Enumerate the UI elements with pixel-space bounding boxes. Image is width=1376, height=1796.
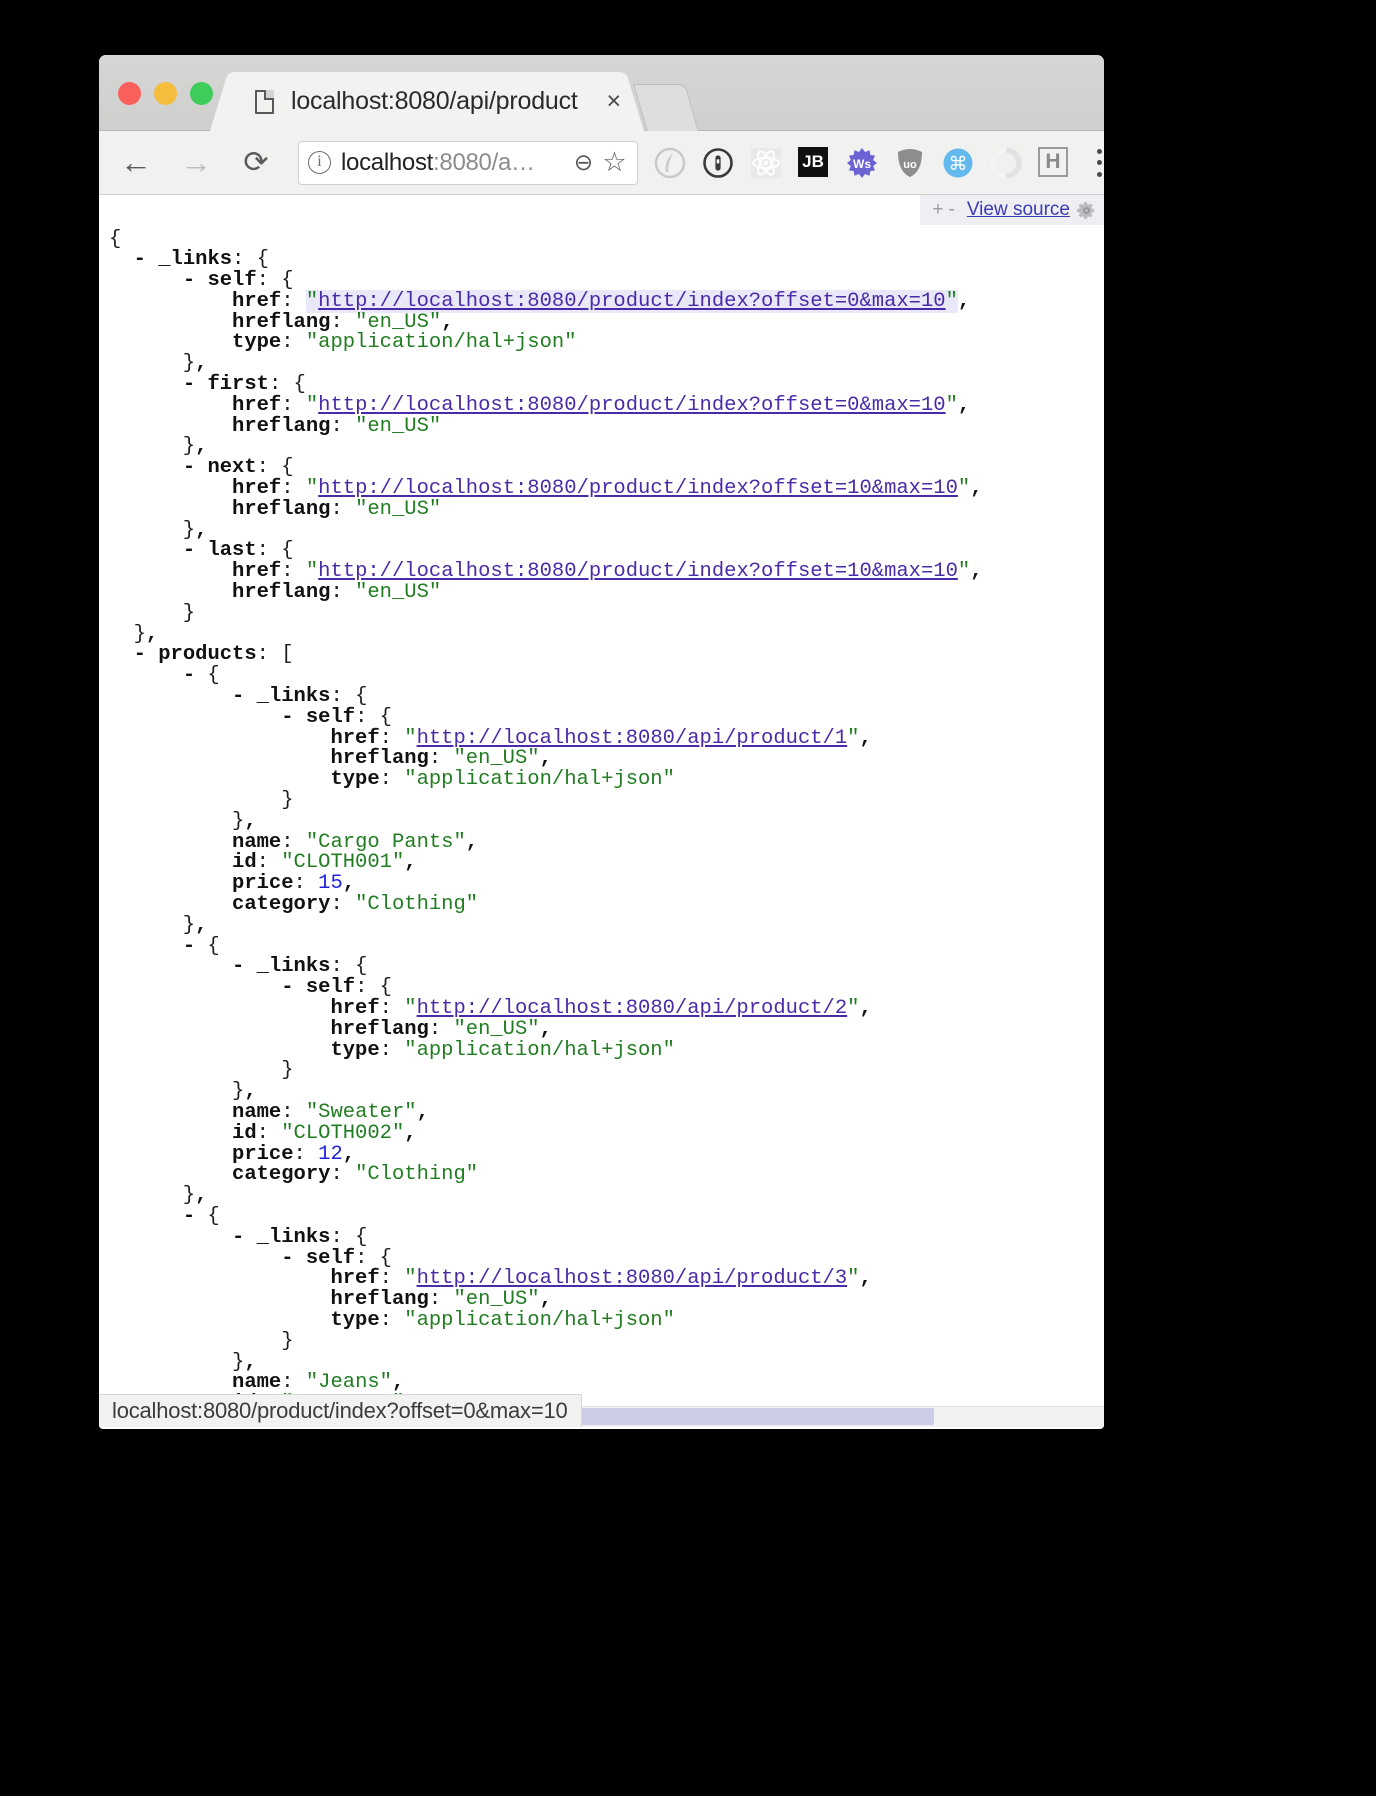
- shortcut-manager-extension-icon[interactable]: ⌘: [942, 147, 974, 179]
- onepassword-extension-icon[interactable]: [702, 147, 734, 179]
- collapse-all-button[interactable]: -: [949, 199, 955, 221]
- close-icon[interactable]: ×: [604, 88, 624, 113]
- bookmark-star-icon[interactable]: ☆: [601, 147, 628, 177]
- dot: [1096, 148, 1102, 154]
- collapse-toggle[interactable]: -: [232, 685, 244, 708]
- window-minimize-button[interactable]: [154, 82, 177, 105]
- status-bar-link-preview: localhost:8080/product/index?offset=0&ma…: [99, 1394, 582, 1427]
- view-source-link[interactable]: View source: [967, 199, 1070, 221]
- collapse-toggle[interactable]: -: [183, 935, 195, 958]
- back-icon[interactable]: ←: [113, 140, 159, 186]
- document-icon: [255, 89, 274, 114]
- tab-strip: localhost:8080/api/product ×: [99, 55, 1104, 131]
- zoom-out-icon[interactable]: ⊖: [570, 149, 597, 176]
- collapse-toggle[interactable]: -: [281, 706, 293, 729]
- collapse-toggle[interactable]: -: [183, 539, 195, 562]
- json-link[interactable]: http://localhost:8080/api/product/2: [417, 997, 848, 1020]
- dot: [1096, 160, 1102, 165]
- collapse-toggle[interactable]: -: [183, 269, 195, 292]
- json-link[interactable]: http://localhost:8080/product/index?offs…: [318, 477, 958, 500]
- collapse-toggle[interactable]: -: [281, 1247, 293, 1270]
- ublock-origin-extension-icon[interactable]: uo: [894, 147, 926, 179]
- site-info-icon[interactable]: i: [308, 151, 331, 174]
- url-path: :8080/a…: [433, 148, 535, 176]
- collapse-toggle[interactable]: -: [232, 955, 244, 978]
- json-tree: { - _links: { - self: { href: "http://lo…: [109, 227, 983, 1427]
- gear-icon[interactable]: [1077, 201, 1096, 220]
- url-host: localhost: [341, 148, 434, 176]
- page-content: + - View source { - _links: { - self: { …: [99, 195, 1104, 1427]
- react-devtools-extension-icon[interactable]: [750, 147, 782, 179]
- collapse-toggle[interactable]: -: [183, 373, 195, 396]
- hola-extension-icon[interactable]: H: [1038, 146, 1070, 179]
- new-tab-button[interactable]: [633, 84, 699, 131]
- forward-icon[interactable]: →: [173, 140, 219, 186]
- jetbrains-label: JB: [798, 146, 828, 177]
- wappalyzer-extension-icon[interactable]: Ws: [846, 147, 878, 179]
- address-bar[interactable]: i localhost:8080/a… ⊖ ☆: [298, 140, 638, 185]
- tab-title: localhost:8080/api/product: [291, 87, 578, 115]
- ghostery-extension-icon[interactable]: [990, 146, 1022, 179]
- hola-label: H: [1038, 146, 1068, 177]
- reload-icon[interactable]: ⟳: [233, 140, 279, 186]
- json-link[interactable]: http://localhost:8080/api/product/3: [417, 1267, 848, 1290]
- url-input[interactable]: localhost:8080/a…: [341, 149, 570, 177]
- browser-window: localhost:8080/api/product × ← → ⟳ i loc…: [99, 55, 1104, 1429]
- collapse-toggle[interactable]: -: [183, 1205, 195, 1228]
- collapse-toggle[interactable]: -: [134, 643, 146, 666]
- status-row: localhost:8080/product/index?offset=0&ma…: [99, 1391, 1104, 1427]
- jetbrains-extension-icon[interactable]: JB: [798, 146, 830, 179]
- window-maximize-button[interactable]: [190, 82, 213, 105]
- browser-menu-button[interactable]: [1090, 146, 1104, 180]
- svg-text:Ws: Ws: [853, 157, 871, 171]
- collapse-toggle[interactable]: -: [183, 456, 195, 479]
- json-link[interactable]: http://localhost:8080/product/index?offs…: [318, 394, 945, 417]
- collapse-toggle[interactable]: -: [134, 248, 146, 271]
- browser-toolbar: ← → ⟳ i localhost:8080/a… ⊖ ☆ JB Ws uo ⌘…: [99, 131, 1104, 195]
- json-viewer-controls: + - View source: [920, 195, 1104, 225]
- scrollbar-thumb[interactable]: [569, 1408, 934, 1425]
- collapse-toggle[interactable]: -: [232, 1226, 244, 1249]
- json-link[interactable]: http://localhost:8080/api/product/1: [417, 727, 848, 750]
- apache-tomcat-extension-icon[interactable]: [654, 147, 686, 179]
- svg-text:uo: uo: [903, 159, 917, 171]
- json-link[interactable]: http://localhost:8080/product/index?offs…: [318, 560, 958, 583]
- collapse-toggle[interactable]: -: [183, 664, 195, 687]
- browser-tab[interactable]: localhost:8080/api/product ×: [230, 72, 624, 131]
- dot: [1096, 171, 1102, 177]
- json-link[interactable]: http://localhost:8080/product/index?offs…: [318, 290, 945, 313]
- window-close-button[interactable]: [118, 82, 141, 105]
- svg-text:⌘: ⌘: [949, 154, 968, 175]
- collapse-toggle[interactable]: -: [281, 976, 293, 999]
- expand-all-button[interactable]: +: [932, 199, 943, 221]
